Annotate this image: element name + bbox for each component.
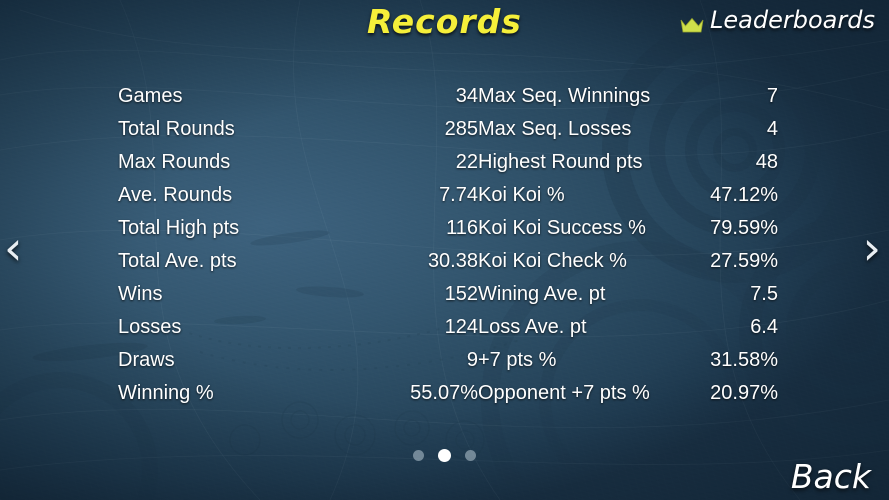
stat-value: 20.97%: [710, 382, 778, 404]
stat-value: 79.59%: [710, 217, 778, 239]
crown-icon: [680, 12, 704, 33]
leaderboards-button[interactable]: Leaderboards: [680, 6, 875, 34]
stat-row: Total Ave. pts 30.38: [118, 245, 478, 278]
stat-value: 152: [444, 283, 478, 305]
stat-row: Opponent +7 pts % 20.97%: [478, 377, 778, 410]
stat-label: Max Seq. Winnings: [478, 85, 651, 107]
previous-page-arrow[interactable]: ‹: [4, 225, 22, 271]
stat-row: Total Rounds 285: [118, 113, 478, 146]
stat-value: 7.74: [439, 184, 478, 206]
stat-row: Koi Koi Check % 27.59%: [478, 245, 778, 278]
stat-row: Wins 152: [118, 278, 478, 311]
stat-value: 31.58%: [710, 349, 778, 371]
stat-label: +7 pts %: [478, 349, 557, 371]
page-dot-1[interactable]: [413, 450, 424, 461]
stats-table: Games 34 Total Rounds 285 Max Rounds 22 Ave…: [0, 80, 889, 410]
stat-row: Max Seq. Losses 4: [478, 113, 778, 146]
stat-label: Wins: [118, 283, 163, 305]
stat-label: Koi Koi Success %: [478, 217, 646, 239]
stat-row: Games 34: [118, 80, 478, 113]
stat-label: Draws: [118, 349, 175, 371]
stat-row: Max Seq. Winnings 7: [478, 80, 778, 113]
stat-value: 34: [455, 85, 478, 107]
stat-row: Max Rounds 22: [118, 146, 478, 179]
stat-label: Total Ave. pts: [118, 250, 237, 272]
stat-row: Koi Koi Success % 79.59%: [478, 212, 778, 245]
stats-column-left: Games 34 Total Rounds 285 Max Rounds 22 Ave…: [118, 80, 478, 410]
stat-row: Draws 9: [118, 344, 478, 377]
stat-row: Losses 124: [118, 311, 478, 344]
stat-label: Total High pts: [118, 217, 240, 239]
stat-row: Wining Ave. pt 7.5: [478, 278, 778, 311]
stat-label: Max Rounds: [118, 151, 231, 173]
stat-row: Total High pts 116: [118, 212, 478, 245]
stat-value: 7: [766, 85, 778, 107]
stat-label: Wining Ave. pt: [478, 283, 606, 305]
stat-value: 27.59%: [710, 250, 778, 272]
stat-row: Winning % 55.07%: [118, 377, 478, 410]
stat-value: 48: [755, 151, 778, 173]
stat-value: 22: [455, 151, 478, 173]
page-indicator: [0, 449, 889, 463]
stat-value: 7.5: [750, 283, 778, 305]
stat-value: 6.4: [750, 316, 778, 338]
next-page-arrow[interactable]: ›: [863, 225, 881, 271]
stat-row: +7 pts % 31.58%: [478, 344, 778, 377]
stats-column-right: Max Seq. Winnings 7 Max Seq. Losses 4 High…: [478, 80, 778, 410]
stat-row: Loss Ave. pt 6.4: [478, 311, 778, 344]
stat-label: Loss Ave. pt: [478, 316, 587, 338]
stat-label: Total Rounds: [118, 118, 235, 140]
stat-value: 9: [466, 349, 478, 371]
page-dot-2[interactable]: [438, 449, 451, 462]
stat-label: Max Seq. Losses: [478, 118, 632, 140]
stat-value: 55.07%: [410, 382, 478, 404]
stat-label: Ave. Rounds: [118, 184, 233, 206]
stat-label: Highest Round pts: [478, 151, 643, 173]
records-screen: Records Leaderboards Games 34 Total Round…: [0, 0, 889, 500]
stat-value: 116: [446, 217, 478, 239]
stat-label: Koi Koi %: [478, 184, 565, 206]
back-button[interactable]: Back: [791, 457, 871, 496]
stat-row: Highest Round pts 48: [478, 146, 778, 179]
stat-label: Losses: [118, 316, 182, 338]
stat-label: Koi Koi Check %: [478, 250, 627, 272]
stat-value: 285: [444, 118, 478, 140]
stat-label: Opponent +7 pts %: [478, 382, 650, 404]
stat-label: Games: [118, 85, 183, 107]
stat-value: 47.12%: [710, 184, 778, 206]
stat-value: 30.38: [427, 250, 478, 272]
stat-value: 124: [444, 316, 478, 338]
stat-row: Ave. Rounds 7.74: [118, 179, 478, 212]
page-dot-3[interactable]: [465, 450, 476, 461]
stat-label: Winning %: [118, 382, 214, 404]
leaderboards-label: Leaderboards: [710, 6, 875, 34]
stat-value: 4: [766, 118, 778, 140]
stat-row: Koi Koi % 47.12%: [478, 179, 778, 212]
